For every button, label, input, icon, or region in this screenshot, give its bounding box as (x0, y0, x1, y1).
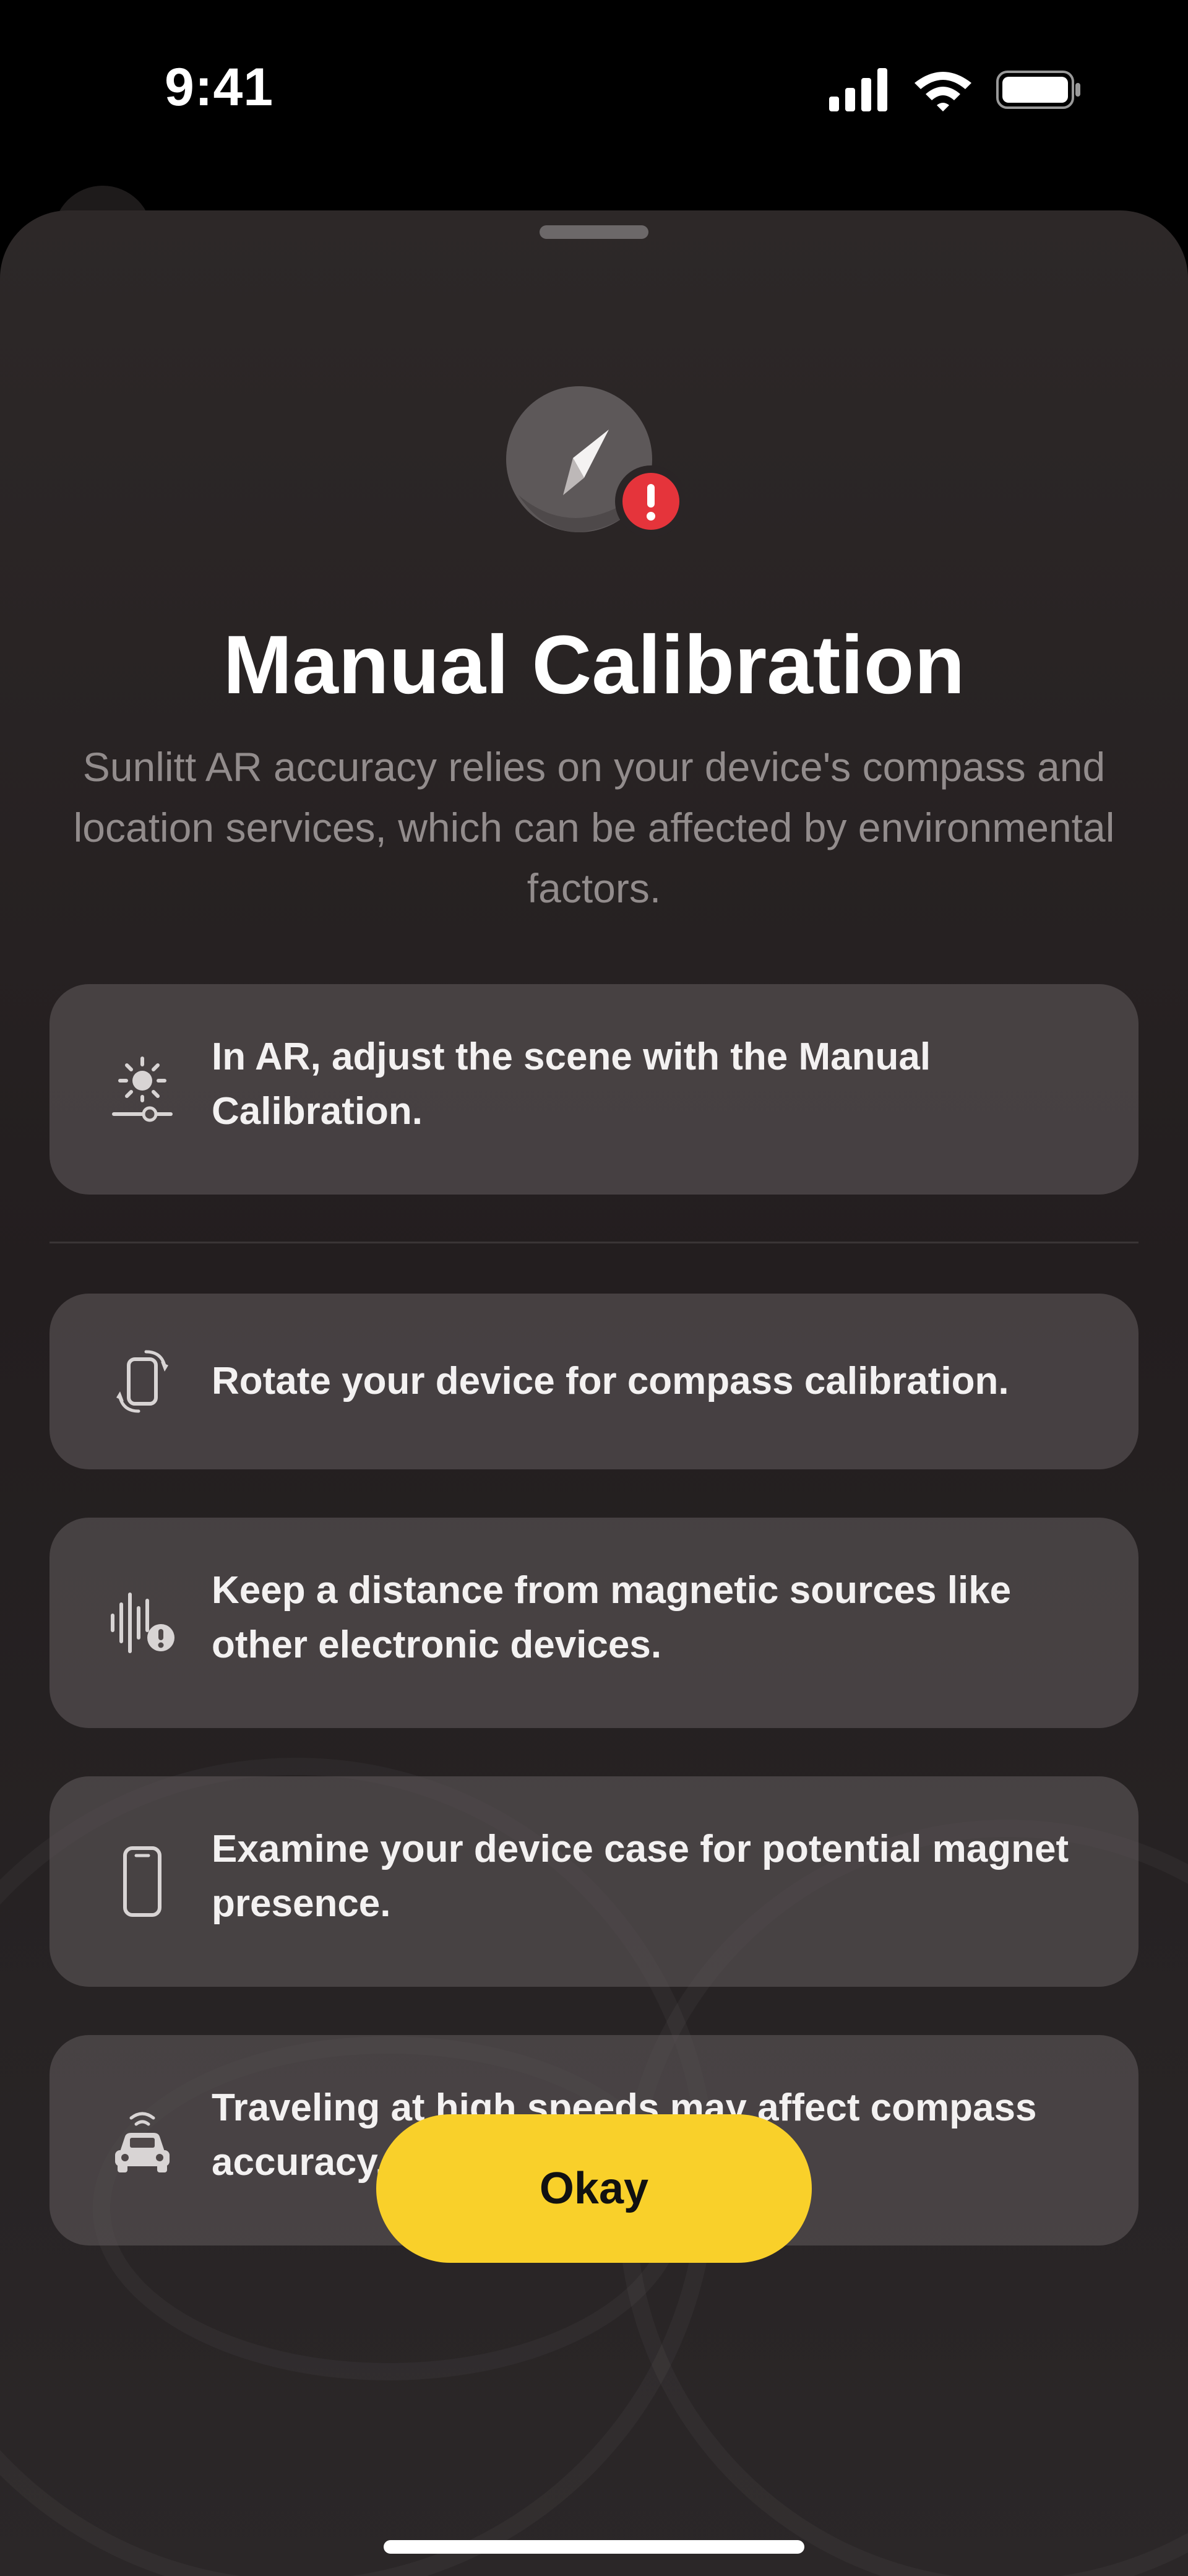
car-speed-icon (115, 2112, 170, 2172)
rotate-device-icon (116, 1350, 168, 1413)
tip-card-rotate-device: Rotate your device for compass calibrati… (50, 1294, 1138, 1469)
sheet-title: Manual Calibration (223, 619, 965, 711)
sheet-subtitle: Sunlitt AR accuracy relies on your devic… (73, 744, 1115, 911)
sheet-grabber[interactable] (540, 225, 648, 239)
cellular-signal-icon (829, 68, 887, 111)
status-icons (829, 68, 1089, 111)
wifi-icon (915, 72, 971, 111)
okay-button[interactable]: Okay (376, 2114, 812, 2263)
tip-text: In AR, adjust the scene with the Manual … (212, 1035, 931, 1133)
status-time: 9:41 (165, 58, 274, 117)
battery-icon (996, 71, 1080, 109)
tip-text: Examine your device case for potential m… (212, 1828, 1069, 1925)
tip-card-manual-calibration: In AR, adjust the scene with the Manual … (50, 984, 1138, 1195)
tip-card-magnetic-sources: Keep a distance from magnetic sources li… (50, 1518, 1138, 1728)
magnetic-warning-icon (111, 1593, 174, 1653)
tip-card-device-case: Examine your device case for potential m… (50, 1776, 1138, 1987)
section-divider (50, 1242, 1138, 1243)
tip-text: Rotate your device for compass calibrati… (212, 1360, 1009, 1403)
compass-warning-icon (506, 386, 682, 537)
home-indicator[interactable] (384, 2540, 804, 2554)
phone-case-icon (123, 1846, 161, 1917)
sun-slider-icon (112, 1057, 173, 1122)
tip-text: Keep a distance from magnetic sources li… (212, 1569, 1012, 1666)
status-bar: 9:41 (0, 0, 1188, 179)
